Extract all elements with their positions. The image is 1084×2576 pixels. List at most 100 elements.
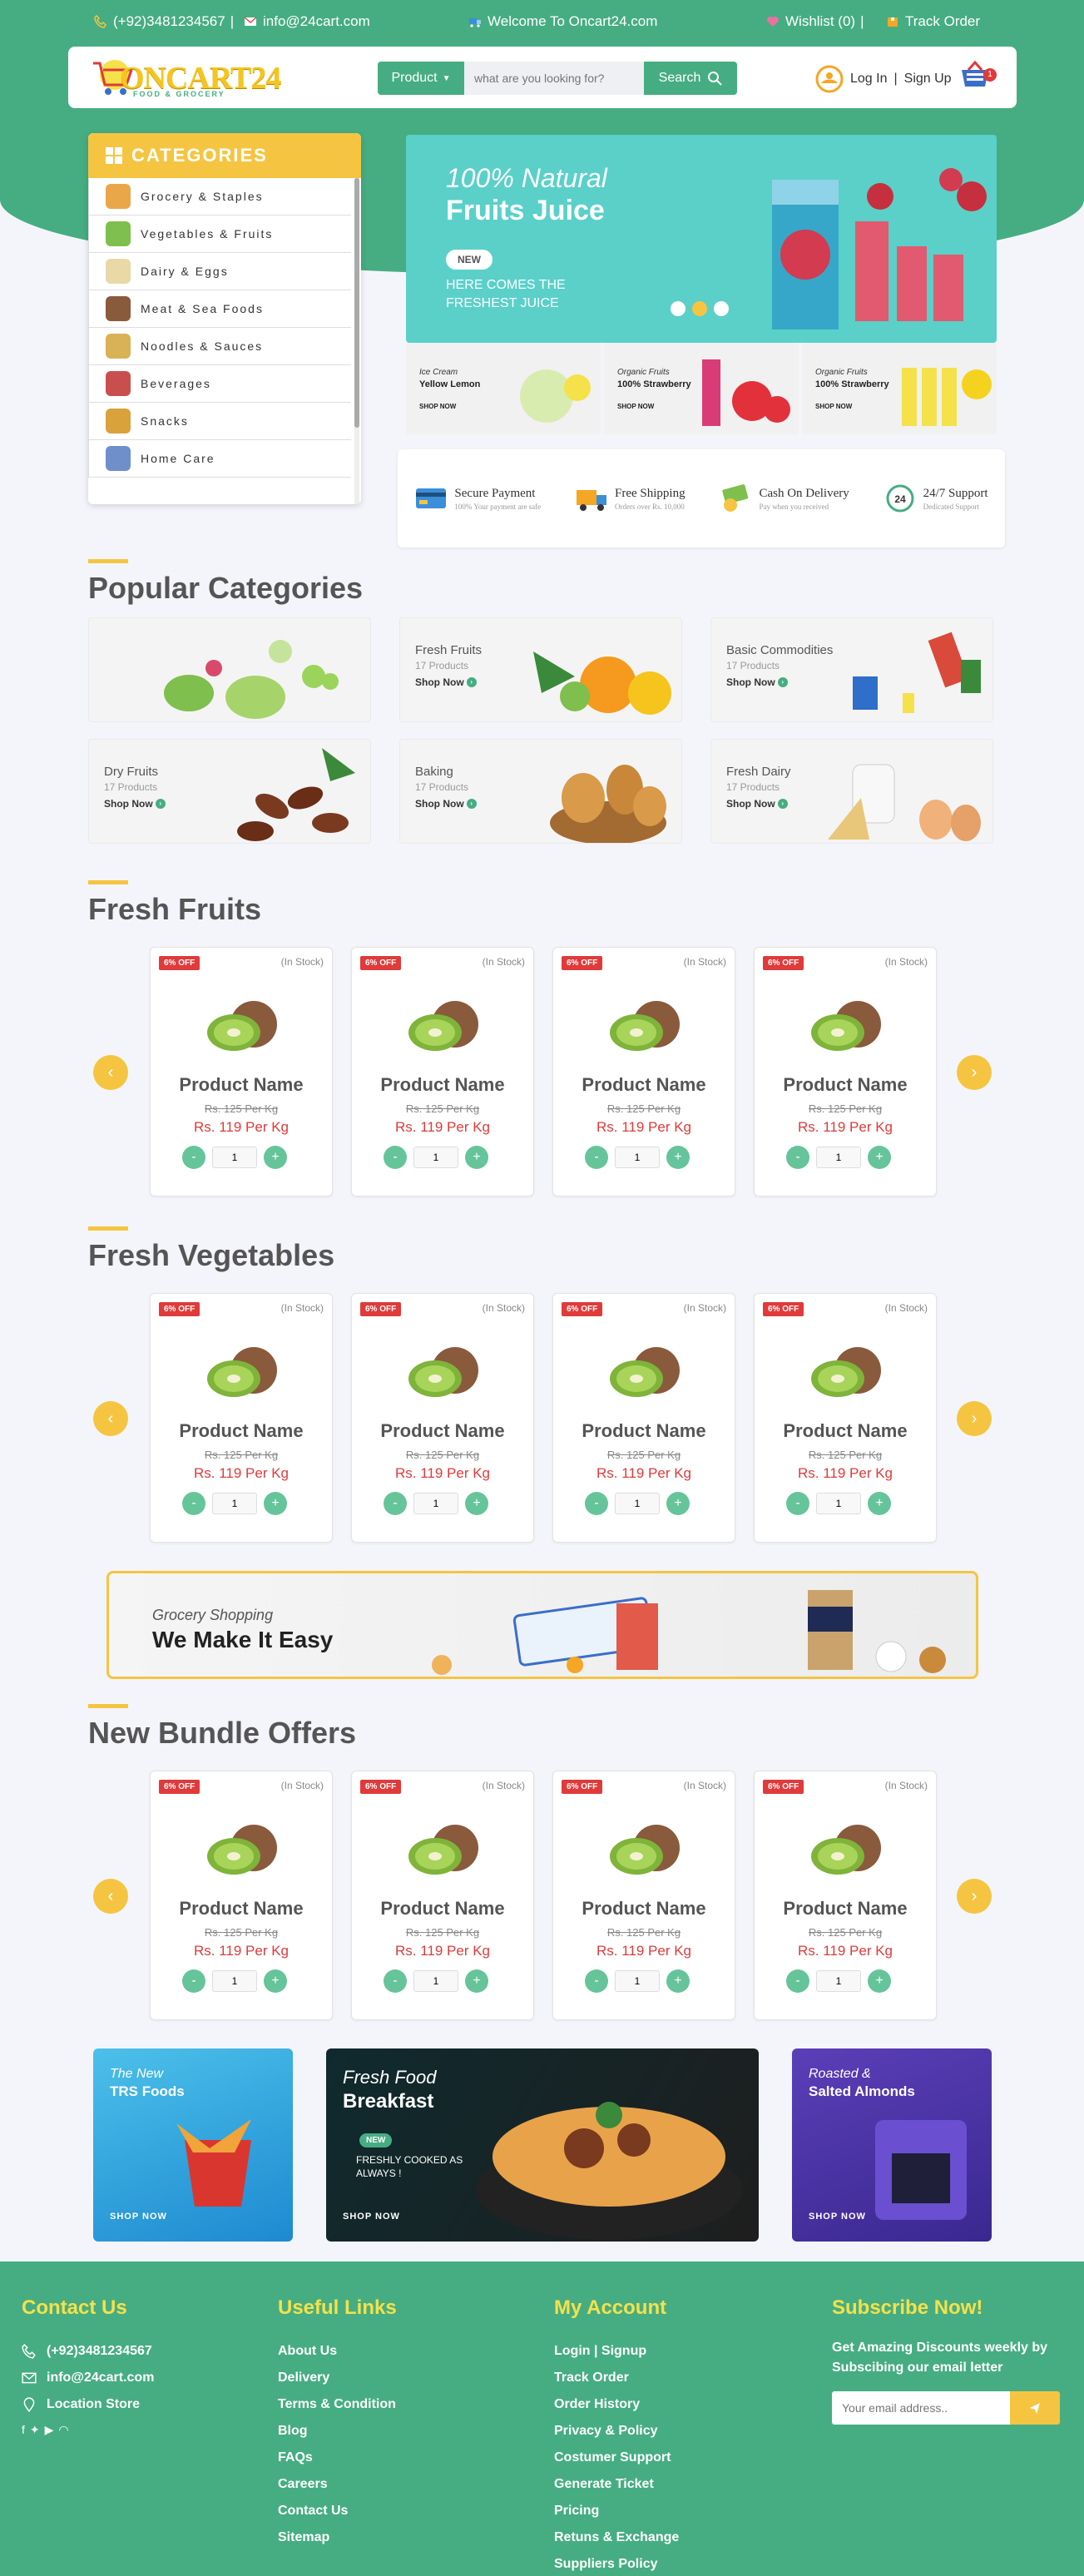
topbar-wishlist[interactable]: Wishlist (0) |: [765, 13, 864, 30]
increase-quantity-button[interactable]: +: [264, 1146, 287, 1169]
hero-banner[interactable]: 100% Natural Fruits Juice NEW HERE COMES…: [406, 135, 997, 343]
shop-now-link[interactable]: Shop Now ›: [726, 798, 788, 810]
footer-link[interactable]: Login | Signup: [554, 2338, 679, 2365]
shop-now-link[interactable]: Shop Now ›: [104, 798, 166, 810]
mini-banner-lemon[interactable]: Ice Cream Yellow Lemon SHOP NOW: [406, 343, 601, 434]
carousel-prev-button[interactable]: ‹: [93, 1879, 128, 1914]
footer-link[interactable]: Pricing: [554, 2498, 679, 2524]
mini-banner-strawberry-1[interactable]: Organic Fruits 100% Strawberry SHOP NOW: [604, 343, 799, 434]
increase-quantity-button[interactable]: +: [465, 1969, 488, 1993]
product-card[interactable]: 6% OFF (In Stock) Product Name Rs. 125 Per …: [754, 947, 937, 1196]
footer-link[interactable]: Generate Ticket: [554, 2471, 679, 2498]
shop-now-link[interactable]: Shop Now ›: [415, 676, 477, 688]
increase-quantity-button[interactable]: +: [666, 1146, 690, 1169]
topbar-track-order[interactable]: Track Order: [885, 13, 980, 30]
quantity-input[interactable]: [816, 1147, 861, 1168]
product-card[interactable]: 6% OFF (In Stock) Product Name Rs. 125 Per …: [351, 1771, 534, 2020]
quantity-input[interactable]: [615, 1147, 660, 1168]
footer-location[interactable]: Location Store: [22, 2391, 154, 2418]
footer-link[interactable]: Terms & Condition: [278, 2391, 397, 2418]
footer-link[interactable]: Privacy & Policy: [554, 2418, 679, 2445]
grocery-shopping-banner[interactable]: Grocery Shopping We Make It Easy: [106, 1571, 978, 1679]
decrease-quantity-button[interactable]: -: [585, 1492, 608, 1515]
footer-link[interactable]: FAQs: [278, 2445, 397, 2471]
decrease-quantity-button[interactable]: -: [182, 1969, 205, 1993]
facebook-icon[interactable]: f: [22, 2423, 25, 2437]
carousel-next-button[interactable]: ›: [957, 1401, 992, 1436]
increase-quantity-button[interactable]: +: [868, 1969, 891, 1993]
twitter-icon[interactable]: ✦: [30, 2423, 40, 2437]
youtube-icon[interactable]: ▶: [45, 2423, 54, 2437]
footer-link[interactable]: Sitemap: [278, 2524, 397, 2551]
product-card[interactable]: 6% OFF (In Stock) Product Name Rs. 125 Per …: [552, 947, 735, 1196]
login-link[interactable]: Log In: [850, 72, 887, 87]
quantity-input[interactable]: [816, 1970, 861, 1992]
increase-quantity-button[interactable]: +: [868, 1146, 891, 1169]
banner-dot-2[interactable]: [692, 301, 707, 316]
decrease-quantity-button[interactable]: -: [786, 1146, 809, 1169]
footer-link[interactable]: Contact Us: [278, 2498, 397, 2524]
quantity-input[interactable]: [413, 1970, 458, 1992]
category-item[interactable]: Noodles & Sauces: [88, 328, 351, 365]
promo-trs-foods[interactable]: The New TRS Foods SHOP NOW: [93, 2048, 293, 2242]
footer-link[interactable]: Order History: [554, 2391, 679, 2418]
product-card[interactable]: 6% OFF (In Stock) Product Name Rs. 125 Per …: [754, 1771, 937, 2020]
decrease-quantity-button[interactable]: -: [786, 1969, 809, 1993]
footer-link[interactable]: About Us: [278, 2338, 397, 2365]
category-item[interactable]: Grocery & Staples: [88, 178, 351, 215]
quantity-input[interactable]: [413, 1147, 458, 1168]
shop-now-link[interactable]: Shop Now ›: [726, 676, 788, 688]
increase-quantity-button[interactable]: +: [264, 1492, 287, 1515]
product-card[interactable]: 6% OFF (In Stock) Product Name Rs. 125 Per …: [552, 1293, 735, 1543]
decrease-quantity-button[interactable]: -: [384, 1146, 407, 1169]
product-card[interactable]: 6% OFF (In Stock) Product Name Rs. 125 Per …: [351, 947, 534, 1196]
rss-icon[interactable]: ◠: [58, 2423, 68, 2437]
quantity-input[interactable]: [212, 1147, 257, 1168]
promo-breakfast[interactable]: Fresh Food Breakfast NEW FRESHLY COOKED …: [326, 2048, 759, 2242]
product-card[interactable]: 6% OFF (In Stock) Product Name Rs. 125 Per …: [351, 1293, 534, 1543]
quantity-input[interactable]: [615, 1493, 660, 1514]
carousel-prev-button[interactable]: ‹: [93, 1055, 128, 1090]
topbar-phone[interactable]: (+92)3481234567 |: [93, 13, 234, 30]
increase-quantity-button[interactable]: +: [666, 1492, 690, 1515]
product-dropdown[interactable]: Product ▼: [378, 62, 464, 95]
quantity-input[interactable]: [212, 1970, 257, 1992]
footer-link[interactable]: Suppliers Policy: [554, 2551, 679, 2576]
popular-category-card[interactable]: Basic Commodities 17 Products Shop Now ›: [710, 617, 993, 722]
popular-category-card[interactable]: Baking 17 Products Shop Now ›: [399, 739, 682, 844]
popular-category-card[interactable]: [88, 617, 371, 722]
decrease-quantity-button[interactable]: -: [384, 1969, 407, 1993]
quantity-input[interactable]: [615, 1970, 660, 1992]
product-card[interactable]: 6% OFF (In Stock) Product Name Rs. 125 Per …: [754, 1293, 937, 1543]
topbar-email[interactable]: info@24cart.com: [243, 13, 370, 30]
logo[interactable]: ONCART24 FOOD & GROCERY: [92, 50, 281, 103]
signup-link[interactable]: Sign Up: [904, 72, 952, 87]
increase-quantity-button[interactable]: +: [465, 1146, 488, 1169]
product-card[interactable]: 6% OFF (In Stock) Product Name Rs. 125 Per …: [552, 1771, 735, 2020]
increase-quantity-button[interactable]: +: [868, 1492, 891, 1515]
search-input[interactable]: [464, 62, 644, 95]
category-item[interactable]: Dairy & Eggs: [88, 253, 351, 290]
decrease-quantity-button[interactable]: -: [182, 1146, 205, 1169]
quantity-input[interactable]: [413, 1493, 458, 1514]
footer-link[interactable]: Costumer Support: [554, 2445, 679, 2471]
category-item[interactable]: Snacks: [88, 403, 351, 440]
category-scrollbar[interactable]: [354, 178, 359, 504]
carousel-next-button[interactable]: ›: [957, 1879, 992, 1914]
footer-email[interactable]: info@24cart.com: [22, 2365, 154, 2391]
footer-link[interactable]: Track Order: [554, 2365, 679, 2391]
carousel-prev-button[interactable]: ‹: [93, 1401, 128, 1436]
popular-category-card[interactable]: Dry Fruits 17 Products Shop Now ›: [88, 739, 371, 844]
popular-category-card[interactable]: Fresh Dairy 17 Products Shop Now ›: [710, 739, 993, 844]
increase-quantity-button[interactable]: +: [264, 1969, 287, 1993]
subscribe-email-input[interactable]: [832, 2391, 1010, 2425]
category-item[interactable]: Beverages: [88, 365, 351, 403]
banner-dot-1[interactable]: [671, 301, 686, 316]
footer-link[interactable]: Careers: [278, 2471, 397, 2498]
footer-phone[interactable]: (+92)3481234567: [22, 2338, 154, 2365]
category-item[interactable]: Meat & Sea Foods: [88, 290, 351, 328]
search-button[interactable]: Search: [644, 62, 737, 95]
decrease-quantity-button[interactable]: -: [585, 1146, 608, 1169]
decrease-quantity-button[interactable]: -: [786, 1492, 809, 1515]
cart-button[interactable]: 1: [958, 60, 997, 93]
